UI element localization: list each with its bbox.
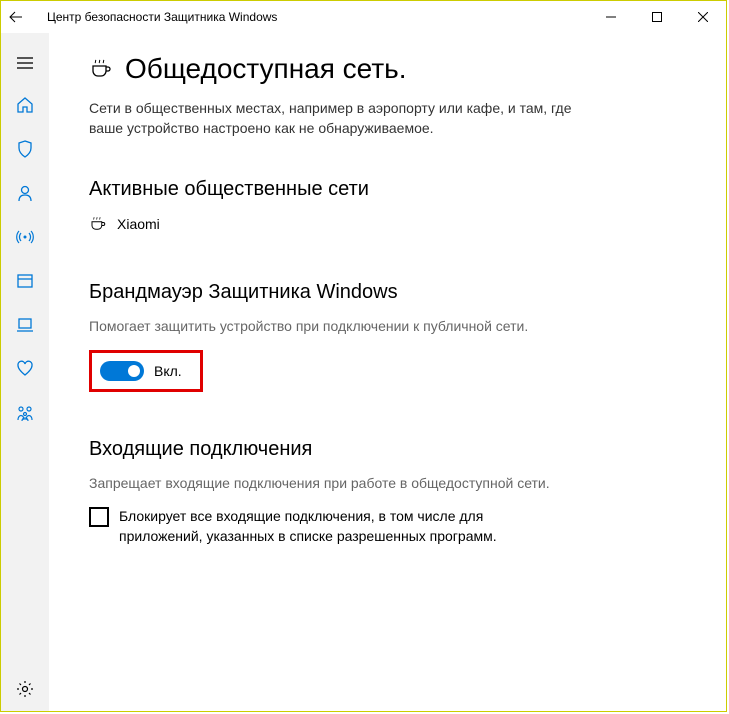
active-networks-section: Активные общественные сети Xiaomi <box>89 178 686 233</box>
minimize-button[interactable] <box>588 1 634 33</box>
device-icon[interactable] <box>1 303 49 347</box>
coffee-icon <box>89 57 113 81</box>
page-title: Общедоступная сеть. <box>125 53 407 85</box>
incoming-section: Входящие подключения Запрещает входящие … <box>89 438 686 546</box>
close-button[interactable] <box>680 1 726 33</box>
network-icon[interactable] <box>1 215 49 259</box>
active-networks-heading: Активные общественные сети <box>89 178 686 201</box>
page-header: Общедоступная сеть. <box>89 53 686 85</box>
toggle-knob <box>128 365 140 377</box>
home-icon[interactable] <box>1 83 49 127</box>
window-title: Центр безопасности Защитника Windows <box>47 10 277 24</box>
incoming-heading: Входящие подключения <box>89 438 686 461</box>
network-name: Xiaomi <box>117 216 160 232</box>
person-icon[interactable] <box>1 171 49 215</box>
firewall-toggle-label: Вкл. <box>154 363 182 379</box>
firewall-highlight: Вкл. <box>89 350 203 392</box>
incoming-description: Запрещает входящие подключения при работ… <box>89 475 686 491</box>
network-item: Xiaomi <box>89 215 686 233</box>
firewall-section: Брандмауэр Защитника Windows Помогает за… <box>89 281 686 428</box>
block-incoming-row[interactable]: Блокирует все входящие подключения, в то… <box>89 507 686 546</box>
app-browser-icon[interactable] <box>1 259 49 303</box>
firewall-heading: Брандмауэр Защитника Windows <box>89 281 686 304</box>
gear-icon[interactable] <box>1 667 49 711</box>
back-button[interactable] <box>9 10 37 24</box>
body: Общедоступная сеть. Сети в общественных … <box>1 33 726 711</box>
window-controls <box>588 1 726 33</box>
maximize-button[interactable] <box>634 1 680 33</box>
shield-icon[interactable] <box>1 127 49 171</box>
content: Общедоступная сеть. Сети в общественных … <box>49 33 726 711</box>
sidebar <box>1 33 49 711</box>
block-incoming-label: Блокирует все входящие подключения, в то… <box>119 507 549 546</box>
heart-icon[interactable] <box>1 347 49 391</box>
hamburger-icon[interactable] <box>1 43 49 83</box>
firewall-toggle[interactable] <box>100 361 144 381</box>
family-icon[interactable] <box>1 391 49 435</box>
coffee-icon <box>89 215 107 233</box>
firewall-description: Помогает защитить устройство при подключ… <box>89 318 686 334</box>
page-description: Сети в общественных местах, например в а… <box>89 99 609 138</box>
app-window: Центр безопасности Защитника Windows <box>0 0 727 712</box>
block-incoming-checkbox[interactable] <box>89 507 109 527</box>
